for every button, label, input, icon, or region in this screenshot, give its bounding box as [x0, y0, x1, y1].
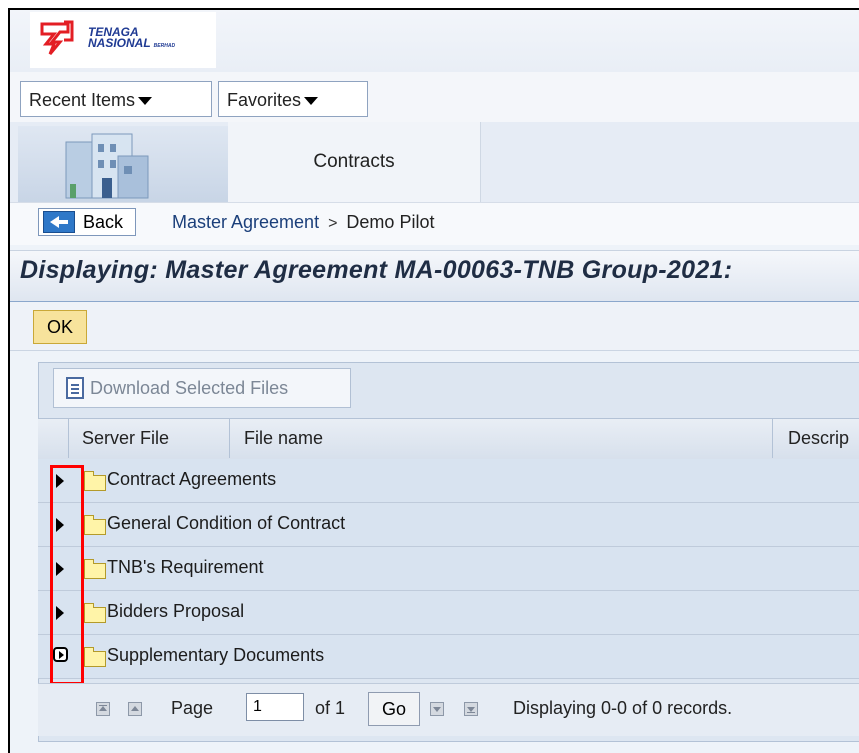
previous-page-icon[interactable]: [128, 702, 142, 716]
favorites-menu[interactable]: Favorites: [218, 81, 368, 117]
row-label: Bidders Proposal: [107, 601, 245, 621]
folder-icon: [84, 515, 106, 535]
page-label: Page: [171, 698, 214, 718]
column-divider: [229, 418, 230, 458]
back-arrow-icon: [43, 211, 75, 233]
row-label: General Condition of Contract: [107, 513, 346, 533]
page-number-input[interactable]: [246, 693, 304, 721]
breadcrumb-separator: >: [328, 215, 338, 232]
download-document-icon: [66, 377, 84, 399]
company-logo: TENAGA NASIONAL BERHAD: [30, 12, 216, 68]
tab-contracts[interactable]: Contracts: [228, 122, 481, 202]
pagination-bar: [38, 683, 859, 736]
download-selected-files-button[interactable]: Download Selected Files: [53, 368, 351, 408]
row-label: TNB's Requirement: [107, 557, 264, 577]
back-button[interactable]: Back: [38, 208, 137, 236]
column-header-description[interactable]: Descrip: [788, 418, 849, 458]
action-bar: [10, 302, 859, 351]
folder-icon: [84, 647, 106, 667]
records-status: Displaying 0-0 of 0 records.: [513, 698, 733, 718]
first-page-icon[interactable]: [96, 702, 110, 716]
breadcrumb-link-master-agreement[interactable]: Master Agreement: [172, 212, 319, 232]
expand-arrow-icon[interactable]: [56, 562, 64, 576]
breadcrumb-current: Demo Pilot: [346, 212, 435, 232]
go-button[interactable]: Go: [368, 692, 420, 726]
folder-icon: [84, 559, 106, 579]
page-total-label: of 1: [315, 698, 346, 718]
back-label: Back: [83, 212, 124, 232]
favorites-label: Favorites: [227, 90, 302, 110]
breadcrumb-bar: [10, 202, 859, 245]
tnb-logo-icon: [40, 20, 74, 55]
expand-arrow-icon[interactable]: [56, 474, 64, 488]
row-label: Supplementary Documents: [107, 645, 325, 665]
expand-arrow-icon[interactable]: [56, 606, 64, 620]
column-header-server-file[interactable]: Server File: [82, 418, 169, 458]
ok-button[interactable]: OK: [33, 310, 87, 344]
last-page-icon[interactable]: [464, 702, 478, 716]
column-divider: [68, 418, 69, 458]
download-label: Download Selected Files: [90, 378, 289, 398]
folder-icon: [84, 603, 106, 623]
recent-items-label: Recent Items: [29, 90, 136, 110]
column-header-file-name[interactable]: File name: [244, 418, 323, 458]
next-page-icon[interactable]: [430, 702, 444, 716]
page-title: Displaying: Master Agreement MA-00063-TN…: [20, 256, 733, 284]
chevron-down-icon: [304, 97, 319, 106]
column-divider: [772, 418, 773, 458]
breadcrumb: Master Agreement > Demo Pilot: [172, 210, 434, 236]
building-icon: [65, 133, 149, 199]
expand-arrow-focused-icon[interactable]: [53, 647, 68, 662]
recent-items-menu[interactable]: Recent Items: [20, 81, 212, 117]
row-label: Contract Agreements: [107, 469, 277, 489]
app-window: TENAGA NASIONAL BERHAD Recent Items Favor…: [8, 8, 859, 753]
folder-icon: [84, 471, 106, 491]
chevron-down-icon: [138, 97, 153, 106]
building-image-tab: [18, 126, 228, 202]
logo-wordmark: TENAGA NASIONAL BERHAD: [88, 25, 176, 50]
expand-arrow-icon[interactable]: [56, 518, 64, 532]
